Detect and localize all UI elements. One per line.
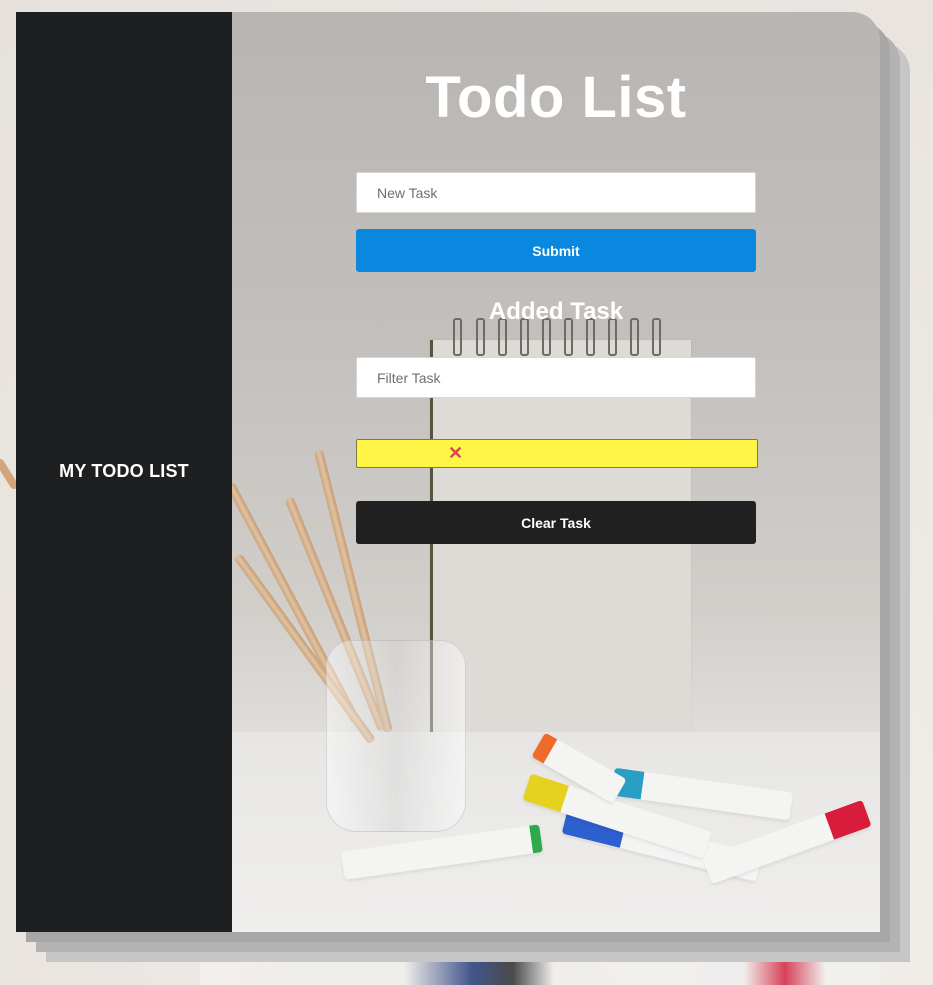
new-task-input[interactable] — [356, 172, 756, 213]
sidebar: MY TODO LIST — [16, 12, 232, 932]
page-title: Todo List — [425, 65, 687, 130]
jar-illustration — [326, 640, 466, 832]
added-task-heading: Added Task — [488, 298, 624, 325]
task-list-item: ✕ — [356, 439, 758, 468]
main-panel: Todo List Submit Added Task ✕ Clear Task — [232, 12, 880, 932]
submit-button[interactable]: Submit — [356, 229, 756, 272]
background-paint-tubes — [200, 960, 880, 985]
notepad-illustration — [430, 340, 691, 752]
clear-task-button[interactable]: Clear Task — [356, 501, 756, 544]
sidebar-title: MY TODO LIST — [59, 461, 189, 481]
close-icon[interactable]: ✕ — [448, 443, 463, 463]
todo-card: MY TODO LIST Todo List Submit Added Task — [16, 12, 880, 932]
filter-task-input[interactable] — [356, 357, 756, 398]
